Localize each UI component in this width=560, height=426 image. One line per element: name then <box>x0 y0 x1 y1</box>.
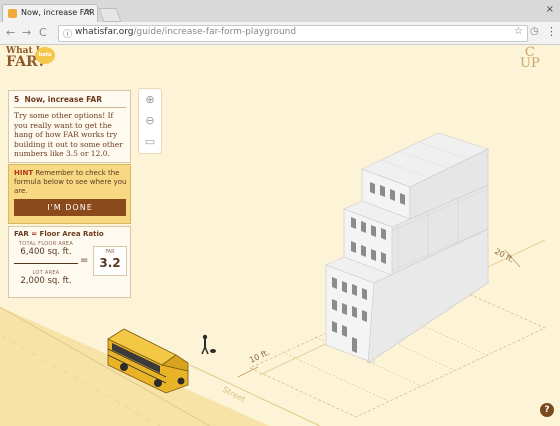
hint-label: HINT <box>14 169 34 177</box>
url-text: whatisfar.org/guide/increase-far-form-pl… <box>75 27 296 37</box>
far-formula-card: FAR = Floor Area Ratio TOTAL FLOOR AREA … <box>8 226 131 298</box>
total-floor-area-value: 6,400 sq. ft. <box>20 247 72 257</box>
cup-logo-bottom: UP <box>520 56 540 71</box>
dimension-line-10 <box>237 366 259 378</box>
page-viewport: 10 ft. 20 ft. Street What Is FAR? beta C… <box>0 45 560 426</box>
forward-arrow-icon[interactable]: → <box>22 26 31 39</box>
total-floor-area-box: TOTAL FLOOR AREA 6,400 sq. ft. <box>18 241 74 261</box>
far-result-value: 3.2 <box>99 256 121 270</box>
hint-text: HINT Remember to check the formula below… <box>14 169 129 196</box>
cup-logo[interactable]: C UP <box>520 46 540 71</box>
bookmark-star-icon[interactable]: ☆ <box>514 26 523 37</box>
lesson-title: 5 Now, increase FAR <box>14 95 102 104</box>
im-done-button[interactable]: I'M DONE <box>14 199 126 216</box>
far-result-label: FAR <box>105 249 115 255</box>
zoom-out-icon[interactable]: ⊖ <box>141 112 159 130</box>
browser-toolbar: ← → C ⓘ whatisfar.org/guide/increase-far… <box>0 22 560 45</box>
site-info-icon[interactable]: ⓘ <box>63 27 72 40</box>
lesson-divider <box>14 107 126 108</box>
what-is-far-logo[interactable]: What Is FAR? beta <box>6 46 58 72</box>
browser-menu-icon[interactable]: ⋮ <box>546 25 557 38</box>
lot-area-value: 2,000 sq. ft. <box>20 276 72 286</box>
help-icon[interactable]: ? <box>540 403 554 417</box>
browser-tab[interactable]: Now, increase FAR × <box>2 4 98 22</box>
window-close-icon[interactable]: × <box>546 4 554 15</box>
url-path: /guide/increase-far-form-playground <box>133 27 297 37</box>
tilt-view-icon[interactable]: ▭ <box>141 133 159 151</box>
back-arrow-icon[interactable]: ← <box>6 26 15 39</box>
tab-bar: Now, increase FAR × × <box>0 0 560 22</box>
tab-close-icon[interactable]: × <box>85 7 93 17</box>
hint-card: HINT Remember to check the formula below… <box>8 164 131 224</box>
new-tab-button[interactable] <box>98 8 122 22</box>
dimension-20ft-label: 20 ft. <box>493 247 516 265</box>
lesson-title-text: Now, increase FAR <box>24 95 102 104</box>
lesson-card: 5 Now, increase FAR Try some other optio… <box>8 90 131 163</box>
reload-icon[interactable]: C <box>39 26 47 39</box>
url-domain: whatisfar.org <box>75 27 134 37</box>
pedestrian-with-dog <box>201 334 216 355</box>
tab-title: Now, increase FAR <box>21 8 95 17</box>
lesson-number: 5 <box>14 95 20 104</box>
zoom-in-icon[interactable]: ⊕ <box>141 91 159 109</box>
logo-badge: beta <box>35 47 55 64</box>
street-label: Street <box>221 385 247 404</box>
fraction-bar <box>14 263 78 264</box>
far-title-full: Floor Area Ratio <box>39 230 104 238</box>
lot-area-box: LOT AREA 2,000 sq. ft. <box>18 270 74 290</box>
extension-icon[interactable]: ◷ <box>530 26 539 37</box>
far-result-box: FAR 3.2 <box>93 246 127 276</box>
far-title: FAR = Floor Area Ratio <box>14 230 104 238</box>
address-bar[interactable]: ⓘ whatisfar.org/guide/increase-far-form-… <box>58 25 528 42</box>
far-title-abbr: FAR <box>14 230 29 238</box>
favicon-icon <box>8 9 17 18</box>
dimension-10ft-label: 10 ft. <box>248 348 271 365</box>
lesson-body: Try some other options! If you really wa… <box>14 111 123 158</box>
equals-sign: = <box>80 255 89 266</box>
far-title-eq: = <box>31 230 38 238</box>
zoom-controls: ⊕ ⊖ ▭ <box>138 88 162 154</box>
